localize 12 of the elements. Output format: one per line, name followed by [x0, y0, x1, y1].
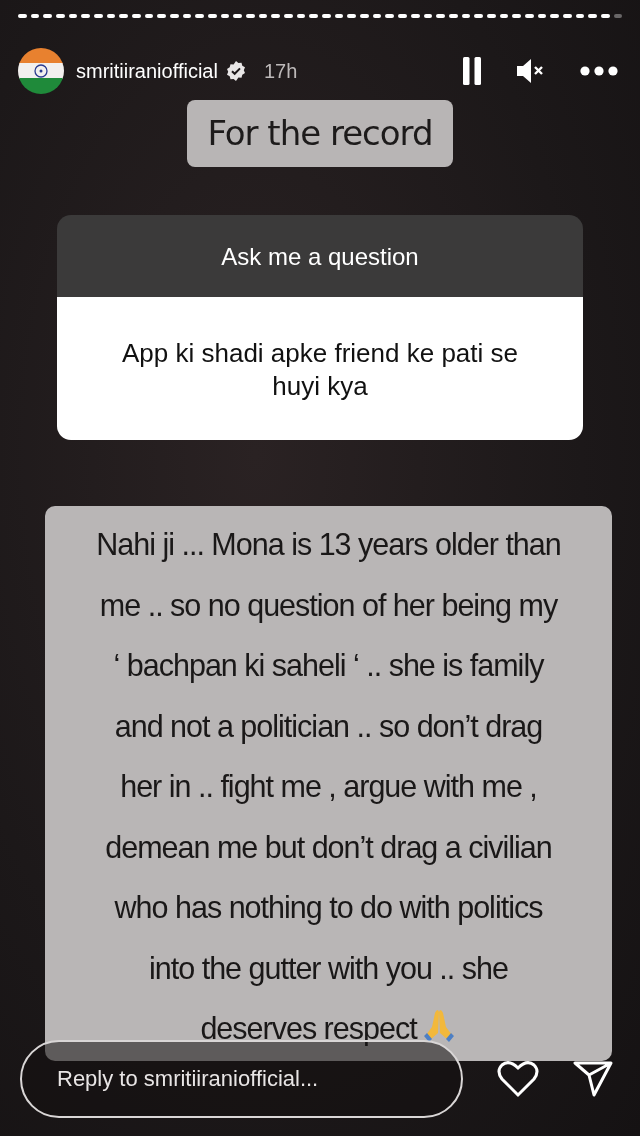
more-options-icon[interactable]	[580, 66, 618, 76]
answer-text: Nahi ji ... Mona is 13 years older than me .. so no question of her being my ‘ bachpan ki saheli ‘ .. she is family and not a politician .. so don’t drag her in .. fight me , argue with me , demean me but don’t drag a civilian who has nothing to do with politics into the gutter with you .. she deserves respect	[45, 506, 612, 1061]
post-time: 17h	[263, 59, 298, 84]
muted-speaker-icon[interactable]	[516, 58, 544, 84]
username[interactable]: smritiiraniofficial	[76, 56, 218, 86]
heart-icon[interactable]	[497, 1060, 539, 1098]
question-sticker-title: Ask me a question	[57, 215, 583, 297]
pause-icon[interactable]	[462, 57, 482, 85]
flag-avatar[interactable]	[18, 48, 64, 94]
send-icon[interactable]	[573, 1061, 613, 1097]
story-label: For the record	[187, 100, 453, 167]
question-text: App ki shadi apke friend ke pati se huyi kya	[57, 297, 583, 440]
